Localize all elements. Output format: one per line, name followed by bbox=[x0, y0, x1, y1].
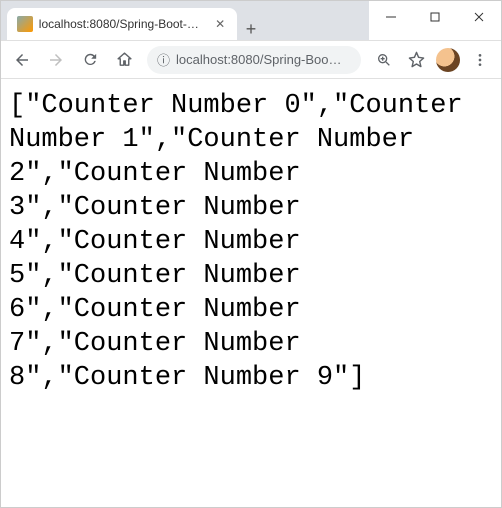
back-button[interactable] bbox=[7, 45, 37, 75]
plus-icon: + bbox=[246, 19, 257, 40]
address-bar[interactable]: ⓘ localhost:8080/Spring-Boo… bbox=[147, 46, 361, 74]
window-controls bbox=[369, 1, 501, 40]
profile-button[interactable] bbox=[433, 45, 463, 75]
tab-title: localhost:8080/Spring-Boot-Mav bbox=[39, 17, 207, 31]
favicon-icon bbox=[17, 16, 33, 32]
avatar-icon bbox=[436, 48, 460, 72]
toolbar-right bbox=[369, 45, 495, 75]
window-titlebar: localhost:8080/Spring-Boot-Mav ✕ + bbox=[1, 1, 501, 41]
site-info-icon[interactable]: ⓘ bbox=[157, 50, 170, 69]
magnify-icon bbox=[376, 52, 392, 68]
close-icon bbox=[474, 12, 484, 22]
url-text: localhost:8080/Spring-Boo… bbox=[176, 52, 351, 67]
close-window-button[interactable] bbox=[457, 3, 501, 31]
tab-strip: localhost:8080/Spring-Boot-Mav ✕ + bbox=[1, 1, 369, 40]
kebab-icon bbox=[472, 52, 488, 68]
browser-tab-active[interactable]: localhost:8080/Spring-Boot-Mav ✕ bbox=[7, 8, 237, 40]
home-icon bbox=[116, 51, 133, 68]
home-button[interactable] bbox=[109, 45, 139, 75]
maximize-icon bbox=[430, 12, 440, 22]
reload-icon bbox=[82, 51, 99, 68]
page-body: ["Counter Number 0","Counter Number 1","… bbox=[1, 79, 501, 405]
star-icon bbox=[408, 51, 425, 68]
bookmark-button[interactable] bbox=[401, 45, 431, 75]
menu-button[interactable] bbox=[465, 45, 495, 75]
new-tab-button[interactable]: + bbox=[237, 11, 265, 40]
minimize-icon bbox=[386, 12, 396, 22]
close-tab-icon[interactable]: ✕ bbox=[213, 17, 227, 31]
arrow-right-icon bbox=[47, 51, 65, 69]
browser-toolbar: ⓘ localhost:8080/Spring-Boo… bbox=[1, 41, 501, 79]
arrow-left-icon bbox=[13, 51, 31, 69]
url-display: localhost:8080/Spring-Boo… bbox=[176, 52, 342, 67]
zoom-button[interactable] bbox=[369, 45, 399, 75]
reload-button[interactable] bbox=[75, 45, 105, 75]
forward-button[interactable] bbox=[41, 45, 71, 75]
maximize-button[interactable] bbox=[413, 3, 457, 31]
minimize-button[interactable] bbox=[369, 3, 413, 31]
